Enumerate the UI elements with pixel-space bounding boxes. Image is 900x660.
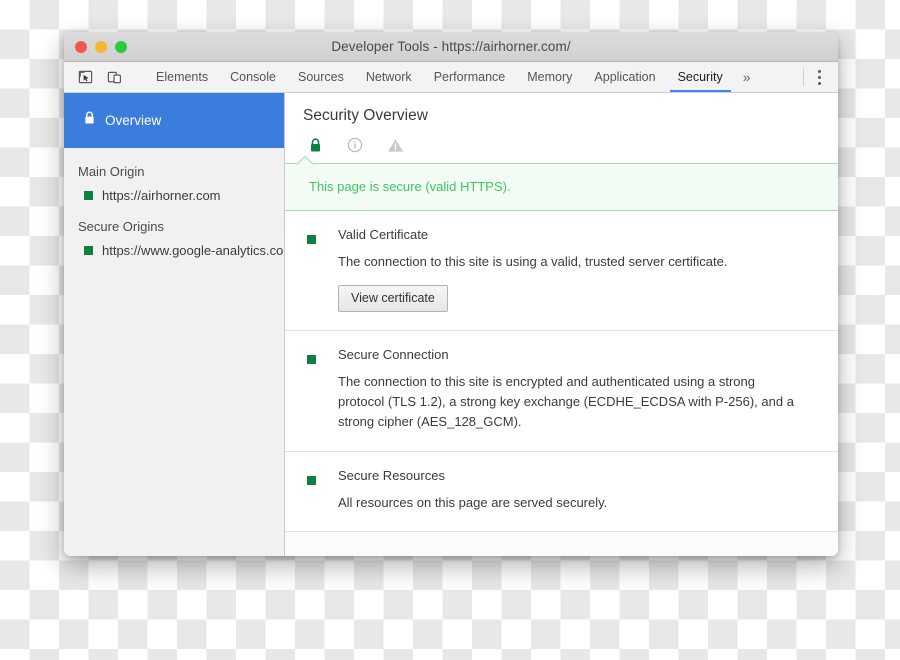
bullet-wrap: [307, 347, 338, 432]
tab-network[interactable]: Network: [355, 62, 423, 92]
toolbar-divider-right: [803, 68, 804, 86]
zoom-button[interactable]: [115, 40, 127, 53]
page-title: Security Overview: [303, 107, 428, 124]
kebab-menu-icon[interactable]: [806, 69, 832, 85]
security-state-icons: [303, 125, 838, 163]
sidebar-item-overview[interactable]: Overview: [64, 93, 284, 148]
panel-header: Security Overview: [285, 93, 838, 163]
devtools-toolbar: Elements Console Sources Network Perform…: [64, 62, 838, 93]
panel-tabs: Elements Console Sources Network Perform…: [145, 62, 799, 92]
secure-state-square-icon: [307, 235, 316, 244]
security-sidebar: Overview Main Origin https://airhorner.c…: [64, 93, 285, 556]
sidebar-group-main-origin-title: Main Origin: [78, 164, 145, 179]
bullet-wrap: [307, 468, 338, 513]
tab-memory[interactable]: Memory: [516, 62, 583, 92]
sidebar-item-origin-airhorner[interactable]: https://airhorner.com: [64, 179, 284, 203]
security-sections: Valid Certificate The connection to this…: [285, 211, 838, 532]
window-titlebar: Developer Tools - https://airhorner.com/: [64, 32, 838, 62]
lock-icon: [306, 136, 324, 154]
secure-state-square-icon: [307, 475, 316, 485]
bullet-wrap: [307, 227, 338, 312]
tab-performance[interactable]: Performance: [423, 62, 517, 92]
secure-state-square-icon: [84, 246, 93, 255]
section-title: Secure Connection: [338, 347, 449, 363]
security-main-panel: Security Overview This page is secure (v…: [285, 93, 838, 556]
tab-elements[interactable]: Elements: [145, 62, 219, 92]
view-certificate-button[interactable]: View certificate: [338, 285, 448, 313]
origin-url: https://airhorner.com: [102, 188, 221, 203]
section-description: The connection to this site is encrypted…: [338, 374, 794, 430]
section-secure-resources: Secure Resources All resources on this p…: [285, 452, 838, 532]
more-tabs-button[interactable]: »: [734, 62, 760, 92]
inspect-element-icon[interactable]: [73, 66, 97, 88]
devtools-window: Developer Tools - https://airhorner.com/: [64, 32, 838, 556]
minimize-button[interactable]: [95, 40, 107, 53]
panel-empty-space: [285, 531, 838, 556]
device-toolbar-icon[interactable]: [102, 66, 126, 88]
section-description: The connection to this site is using a v…: [338, 254, 728, 269]
window-controls: [75, 40, 127, 53]
banner-text: This page is secure (valid HTTPS).: [309, 179, 511, 194]
close-button[interactable]: [75, 40, 87, 53]
section-secure-connection: Secure Connection The connection to this…: [285, 331, 838, 452]
toolbar-icon-group: [64, 62, 145, 92]
tab-sources[interactable]: Sources: [287, 62, 355, 92]
sidebar-group-secure-origins-title: Secure Origins: [78, 219, 164, 234]
tab-console[interactable]: Console: [219, 62, 287, 92]
devtools-body: Overview Main Origin https://airhorner.c…: [64, 93, 838, 556]
secure-state-square-icon: [84, 191, 93, 200]
section-title: Secure Resources: [338, 467, 445, 483]
window-title: Developer Tools - https://airhorner.com/: [331, 39, 571, 54]
section-valid-certificate: Valid Certificate The connection to this…: [285, 211, 838, 332]
lock-icon: [84, 111, 95, 130]
sidebar-item-overview-label: Overview: [105, 113, 162, 128]
info-circle-icon: [346, 136, 364, 154]
tab-application[interactable]: Application: [583, 62, 666, 92]
section-content: Secure Resources All resources on this p…: [338, 468, 820, 513]
toolbar-right-group: [799, 62, 838, 92]
origin-url: https://www.google-analytics.com: [102, 243, 285, 258]
section-title: Valid Certificate: [338, 227, 429, 242]
warning-triangle-icon: [386, 136, 404, 154]
section-content: Secure Connection The connection to this…: [338, 347, 820, 432]
section-content: Valid Certificate The connection to this…: [338, 227, 820, 313]
section-description: All resources on this page are served se…: [338, 494, 608, 510]
sidebar-item-origin-google-analytics[interactable]: https://www.google-analytics.com: [64, 234, 284, 258]
secure-state-square-icon: [307, 355, 316, 365]
tab-security[interactable]: Security: [667, 62, 734, 92]
security-status-banner: This page is secure (valid HTTPS).: [285, 155, 838, 211]
